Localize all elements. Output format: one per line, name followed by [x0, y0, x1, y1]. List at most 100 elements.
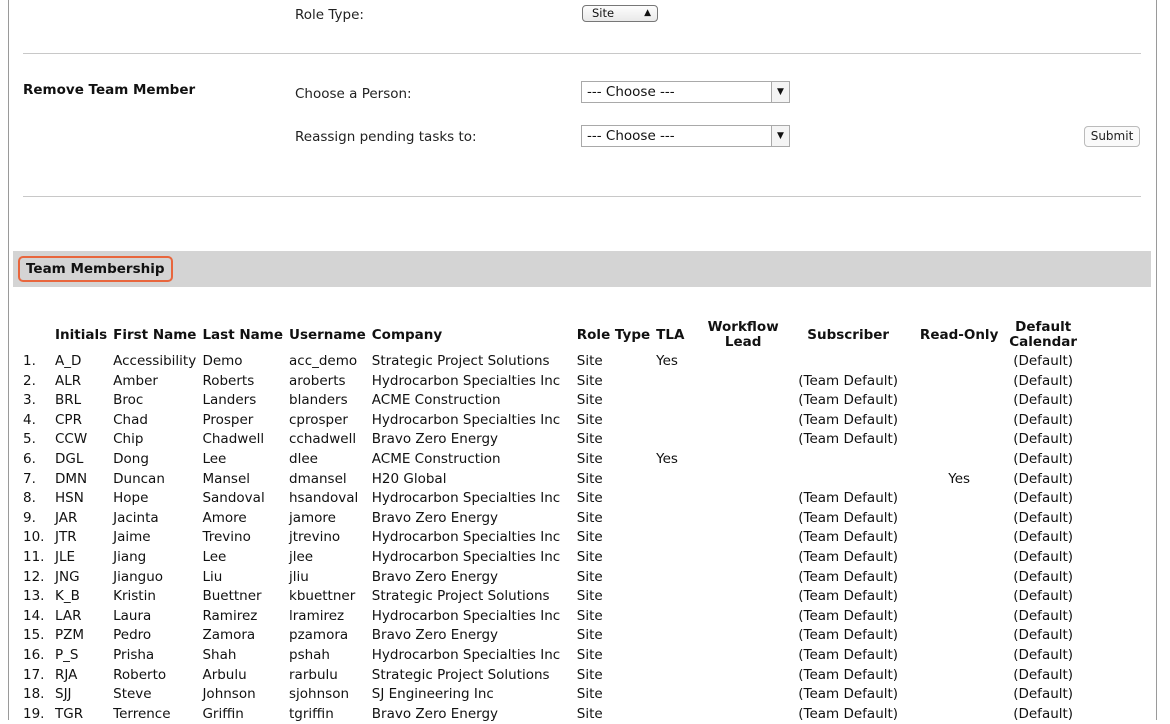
table-cell: 9.: [23, 509, 36, 526]
table-cell: (Team Default): [798, 509, 899, 526]
table-cell: [703, 372, 783, 392]
table-cell: [913, 705, 1005, 724]
table-cell: sjohnson: [289, 686, 350, 703]
table-cell: blanders: [289, 392, 348, 409]
table-cell: Site: [576, 490, 603, 507]
table-cell: (Default): [1013, 411, 1074, 428]
table-cell: (Team Default): [798, 588, 899, 605]
table-row: 12. JNG Jianguo Liu jliu Bravo Zero Energy Sit…: [20, 568, 1081, 588]
table-cell: 17.: [23, 666, 45, 683]
table-row: 17. RJA Roberto Arbulu rarbulu Strategic Proj…: [20, 666, 1081, 686]
table-cell: [913, 391, 1005, 411]
table-cell: Zamora: [202, 627, 256, 644]
table-cell: (Team Default): [798, 568, 899, 585]
col-header-subscriber: Subscriber: [807, 326, 890, 343]
table-cell: Liu: [202, 568, 223, 585]
table-cell: 11.: [23, 548, 45, 565]
chevron-down-icon[interactable]: ▼: [771, 82, 789, 102]
table-cell: JTR: [55, 529, 77, 546]
table-cell: Site: [576, 607, 603, 624]
table-row: 1. A_D Accessibility Demo acc_demo Strategic …: [20, 352, 1081, 372]
table-cell: [653, 548, 703, 568]
table-row: 8. HSN Hope Sandoval hsandoval Hydrocarbon Sp…: [20, 489, 1081, 509]
table-cell: H20 Global: [371, 470, 447, 487]
table-cell: Hydrocarbon Specialties Inc: [371, 411, 561, 428]
table-cell: [703, 607, 783, 627]
table-cell: aroberts: [289, 372, 346, 389]
table-cell: (Team Default): [798, 372, 899, 389]
table-cell: Hydrocarbon Specialties Inc: [371, 548, 561, 565]
table-cell: Roberts: [202, 372, 255, 389]
table-cell: [653, 568, 703, 588]
table-cell: Chip: [113, 431, 144, 448]
table-row: 2. ALR Amber Roberts aroberts Hydrocarbon Spe…: [20, 372, 1081, 392]
submit-button[interactable]: Submit: [1084, 126, 1140, 147]
table-cell: [653, 411, 703, 431]
table-cell: [913, 646, 1005, 666]
table-cell: (Team Default): [798, 666, 899, 683]
table-cell: Trevino: [202, 529, 251, 546]
table-cell: Site: [576, 646, 603, 663]
reassign-select[interactable]: --- Choose --- ▼: [581, 125, 790, 147]
table-cell: (Default): [1013, 490, 1074, 507]
table-cell: cprosper: [289, 411, 348, 428]
table-row: 19. TGR Terrence Griffin tgriffin Bravo Zero …: [20, 705, 1081, 724]
role-type-label: Role Type:: [295, 7, 364, 23]
table-row: 5. CCW Chip Chadwell cchadwell Bravo Zero Ene…: [20, 430, 1081, 450]
table-cell: Landers: [202, 392, 257, 409]
table-cell: [703, 587, 783, 607]
reassign-label: Reassign pending tasks to:: [295, 129, 477, 145]
table-cell: Site: [576, 431, 603, 448]
table-row: 3. BRL Broc Landers blanders ACME Constructio…: [20, 391, 1081, 411]
col-header-index: [20, 318, 52, 352]
table-cell: [653, 587, 703, 607]
table-cell: Amore: [202, 509, 247, 526]
table-cell: 12.: [23, 568, 45, 585]
table-cell: Strategic Project Solutions: [371, 353, 550, 369]
role-type-value: Site: [592, 6, 615, 20]
table-cell: (Team Default): [798, 529, 899, 546]
table-cell: [703, 685, 783, 705]
table-cell: [653, 607, 703, 627]
col-header-workflow-lead: Workflow Lead: [707, 319, 779, 350]
table-cell: Chadwell: [202, 431, 265, 448]
table-cell: JLE: [55, 548, 76, 565]
table-cell: [653, 705, 703, 724]
table-cell: 15.: [23, 627, 45, 644]
table-cell: RJA: [55, 666, 78, 683]
table-cell: Buettner: [202, 588, 262, 605]
table-cell: (Team Default): [798, 490, 899, 507]
team-membership-title[interactable]: Team Membership: [18, 256, 173, 282]
table-row: 10. JTR Jaime Trevino jtrevino Hydrocarbon Sp…: [20, 528, 1081, 548]
table-cell: (Default): [1013, 686, 1074, 703]
table-cell: Duncan: [113, 470, 165, 487]
table-cell: JAR: [55, 509, 78, 526]
table-cell: LAR: [55, 607, 82, 624]
role-type-select[interactable]: Site ▲: [582, 5, 658, 22]
choose-person-select[interactable]: --- Choose --- ▼: [581, 81, 790, 103]
table-cell: Prisha: [113, 646, 155, 663]
table-cell: [703, 489, 783, 509]
table-cell: lramirez: [289, 607, 345, 624]
table-cell: Chad: [113, 411, 148, 428]
table-cell: Strategic Project Solutions: [371, 588, 550, 605]
table-cell: tgriffin: [289, 705, 334, 722]
table-cell: (Default): [1013, 705, 1074, 722]
table-cell: Steve: [113, 686, 152, 703]
table-cell: JNG: [55, 568, 80, 585]
table-cell: Prosper: [202, 411, 254, 428]
table-cell: (Team Default): [798, 646, 899, 663]
table-cell: Ramirez: [202, 607, 258, 624]
table-cell: kbuettner: [289, 588, 356, 605]
table-cell: [703, 352, 783, 372]
table-cell: (Team Default): [798, 392, 899, 409]
table-cell: Kristin: [113, 588, 156, 605]
table-cell: [703, 430, 783, 450]
chevron-down-icon[interactable]: ▼: [771, 126, 789, 146]
divider: [23, 196, 1141, 197]
table-cell: Bravo Zero Energy: [371, 431, 499, 448]
col-header-company: Company: [371, 326, 443, 343]
table-cell: [703, 470, 783, 490]
table-cell: [703, 528, 783, 548]
table-cell: [653, 430, 703, 450]
